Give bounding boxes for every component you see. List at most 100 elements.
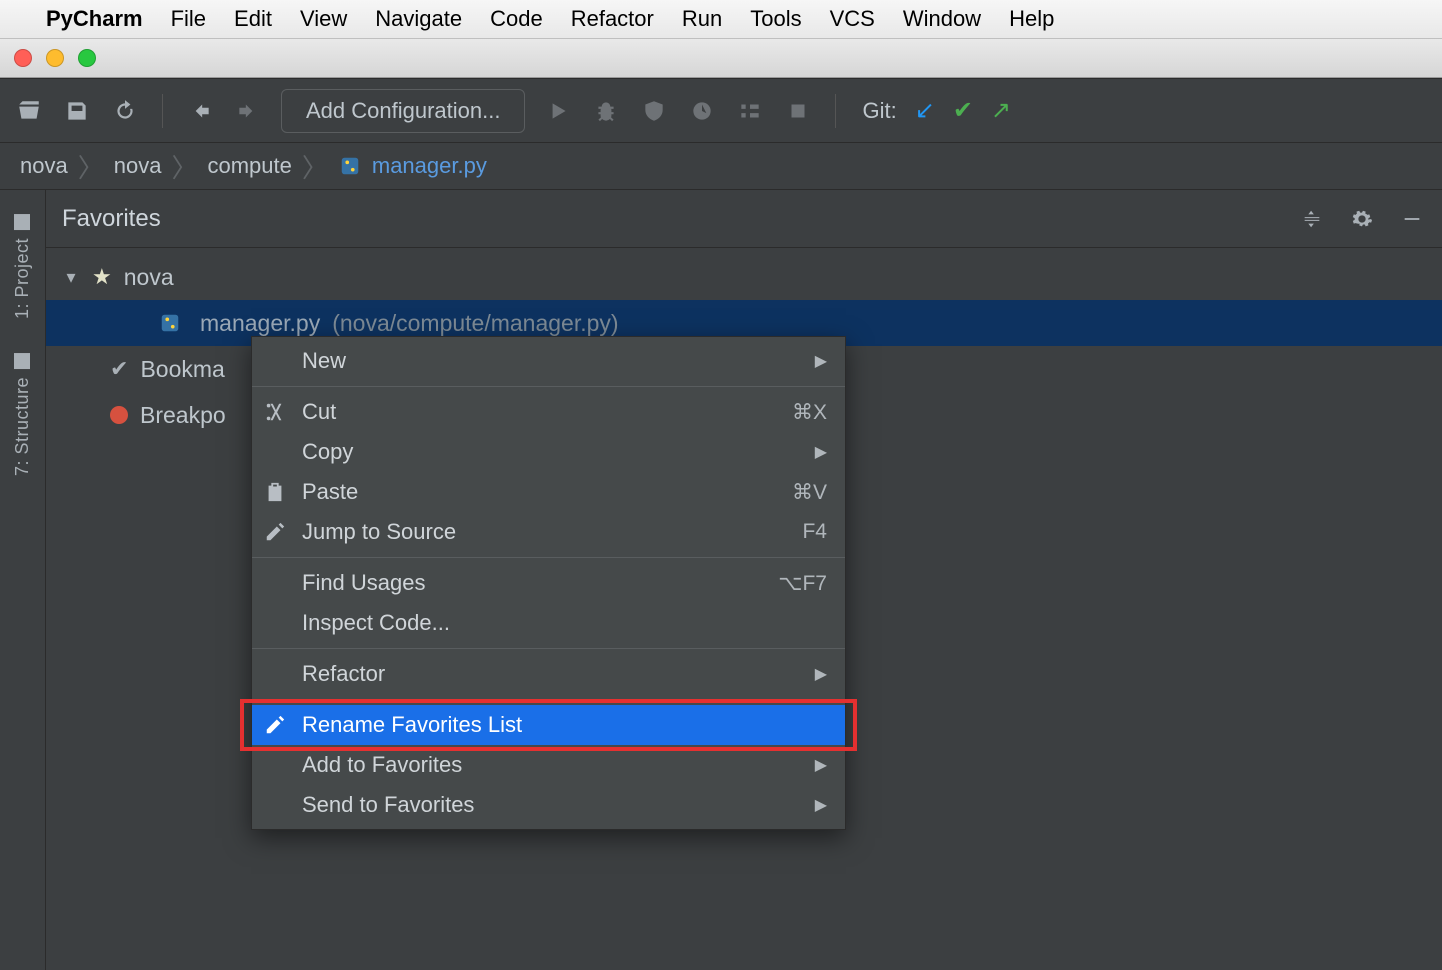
- menu-navigate[interactable]: Navigate: [375, 6, 462, 32]
- context-menu-item[interactable]: Refactor ▶: [252, 654, 845, 694]
- left-gutter: 1: Project 7: Structure: [0, 190, 46, 970]
- hide-icon[interactable]: [1398, 205, 1426, 233]
- breadcrumb-part[interactable]: nova: [114, 153, 162, 179]
- open-file-icon[interactable]: [14, 96, 44, 126]
- menu-item-label: Rename Favorites List: [302, 712, 827, 738]
- collapse-icon[interactable]: [1298, 205, 1326, 233]
- toolbar-separator: [835, 94, 836, 128]
- git-push-icon[interactable]: ↗: [991, 96, 1011, 125]
- breadcrumb: nova 〉 nova 〉 compute 〉 manager.py: [0, 142, 1442, 190]
- menu-item-label: Send to Favorites: [302, 792, 801, 818]
- app-menu[interactable]: PyCharm: [46, 6, 143, 32]
- window-chrome: [0, 38, 1442, 78]
- chevron-right-icon: 〉: [171, 148, 197, 185]
- menu-item-label: Inspect Code...: [302, 610, 827, 636]
- context-menu-item[interactable]: Find Usages⌥F7: [252, 563, 845, 603]
- blank-icon: [262, 610, 288, 636]
- breakpoint-icon: [110, 406, 128, 424]
- node-path: (nova/compute/manager.py): [332, 310, 618, 337]
- structure-icon: [15, 353, 31, 369]
- submenu-arrow-icon: ▶: [815, 442, 827, 462]
- blank-icon: [262, 439, 288, 465]
- menu-item-label: Cut: [302, 399, 778, 425]
- blank-icon: [262, 570, 288, 596]
- menu-item-label: Paste: [302, 479, 778, 505]
- node-label: manager.py: [200, 310, 320, 337]
- context-menu-item[interactable]: Add to Favorites ▶: [252, 745, 845, 785]
- context-menu-item[interactable]: Inspect Code...: [252, 603, 845, 643]
- git-update-icon[interactable]: ↙: [915, 96, 935, 125]
- favorites-root-node[interactable]: ▾ ★ nova: [46, 254, 1442, 300]
- context-menu-item[interactable]: Jump to SourceF4: [252, 512, 845, 552]
- menu-window[interactable]: Window: [903, 6, 981, 32]
- chevron-down-icon[interactable]: ▾: [62, 267, 80, 288]
- python-file-icon: [158, 311, 182, 335]
- submenu-arrow-icon: ▶: [815, 664, 827, 684]
- menu-item-label: Jump to Source: [302, 519, 788, 545]
- reload-icon[interactable]: [110, 96, 140, 126]
- context-menu: New▶Cut⌘XCopy▶Paste⌘VJump to SourceF4Fin…: [251, 336, 846, 830]
- menu-help[interactable]: Help: [1009, 6, 1054, 32]
- menu-item-label: Add to Favorites: [302, 752, 801, 778]
- profiler-icon[interactable]: [687, 96, 717, 126]
- panel-title: Favorites: [62, 205, 161, 233]
- concurrent-icon[interactable]: [735, 96, 765, 126]
- node-label: Breakpo: [140, 402, 226, 429]
- bookmark-icon: ✔: [110, 356, 128, 382]
- mac-menu-bar: PyCharm File Edit View Navigate Code Ref…: [0, 0, 1442, 38]
- add-configuration-button[interactable]: Add Configuration...: [281, 89, 525, 133]
- coverage-icon[interactable]: [639, 96, 669, 126]
- menu-tools[interactable]: Tools: [750, 6, 801, 32]
- menu-item-label: Find Usages: [302, 570, 764, 596]
- favorites-panel-header: Favorites: [46, 190, 1442, 248]
- git-commit-icon[interactable]: ✔: [953, 96, 973, 125]
- pencil-icon: [262, 519, 288, 545]
- menu-view[interactable]: View: [300, 6, 347, 32]
- sidebar-tab-project[interactable]: 1: Project: [12, 214, 33, 319]
- menu-run[interactable]: Run: [682, 6, 722, 32]
- star-icon: ★: [92, 264, 112, 290]
- sidebar-tab-structure[interactable]: 7: Structure: [12, 353, 33, 476]
- menu-item-shortcut: ⌘V: [792, 480, 827, 505]
- cut-icon: [262, 399, 288, 425]
- debug-icon[interactable]: [591, 96, 621, 126]
- stop-icon[interactable]: [783, 96, 813, 126]
- menu-file[interactable]: File: [171, 6, 206, 32]
- zoom-window-button[interactable]: [78, 49, 96, 67]
- submenu-arrow-icon: ▶: [815, 795, 827, 815]
- menu-refactor[interactable]: Refactor: [571, 6, 654, 32]
- blank-icon: [262, 792, 288, 818]
- close-window-button[interactable]: [14, 49, 32, 67]
- breadcrumb-part[interactable]: compute: [207, 153, 291, 179]
- menu-item-label: New: [302, 348, 801, 374]
- menu-vcs[interactable]: VCS: [830, 6, 875, 32]
- context-menu-item[interactable]: Send to Favorites ▶: [252, 785, 845, 825]
- forward-icon[interactable]: [233, 96, 263, 126]
- menu-code[interactable]: Code: [490, 6, 543, 32]
- toolbar: Add Configuration... Git: ↙ ✔ ↗: [0, 78, 1442, 142]
- context-menu-item[interactable]: Rename Favorites List: [252, 705, 845, 745]
- breadcrumb-file[interactable]: manager.py: [372, 153, 487, 179]
- context-menu-item[interactable]: New▶: [252, 341, 845, 381]
- context-menu-item[interactable]: Cut⌘X: [252, 392, 845, 432]
- project-icon: [15, 214, 31, 230]
- back-icon[interactable]: [185, 96, 215, 126]
- chevron-right-icon: 〉: [302, 148, 328, 185]
- minimize-window-button[interactable]: [46, 49, 64, 67]
- node-label: Bookma: [140, 356, 224, 383]
- menu-edit[interactable]: Edit: [234, 6, 272, 32]
- save-icon[interactable]: [62, 96, 92, 126]
- breadcrumb-part[interactable]: nova: [20, 153, 68, 179]
- blank-icon: [262, 661, 288, 687]
- gear-icon[interactable]: [1348, 205, 1376, 233]
- run-icon[interactable]: [543, 96, 573, 126]
- context-menu-item[interactable]: Copy▶: [252, 432, 845, 472]
- submenu-arrow-icon: ▶: [815, 755, 827, 775]
- node-label: nova: [124, 264, 174, 291]
- toolbar-separator: [162, 94, 163, 128]
- menu-item-label: Refactor: [302, 661, 801, 687]
- context-menu-item[interactable]: Paste ⌘V: [252, 472, 845, 512]
- clipboard-icon: [262, 479, 288, 505]
- blank-icon: [262, 348, 288, 374]
- git-label: Git:: [862, 98, 896, 124]
